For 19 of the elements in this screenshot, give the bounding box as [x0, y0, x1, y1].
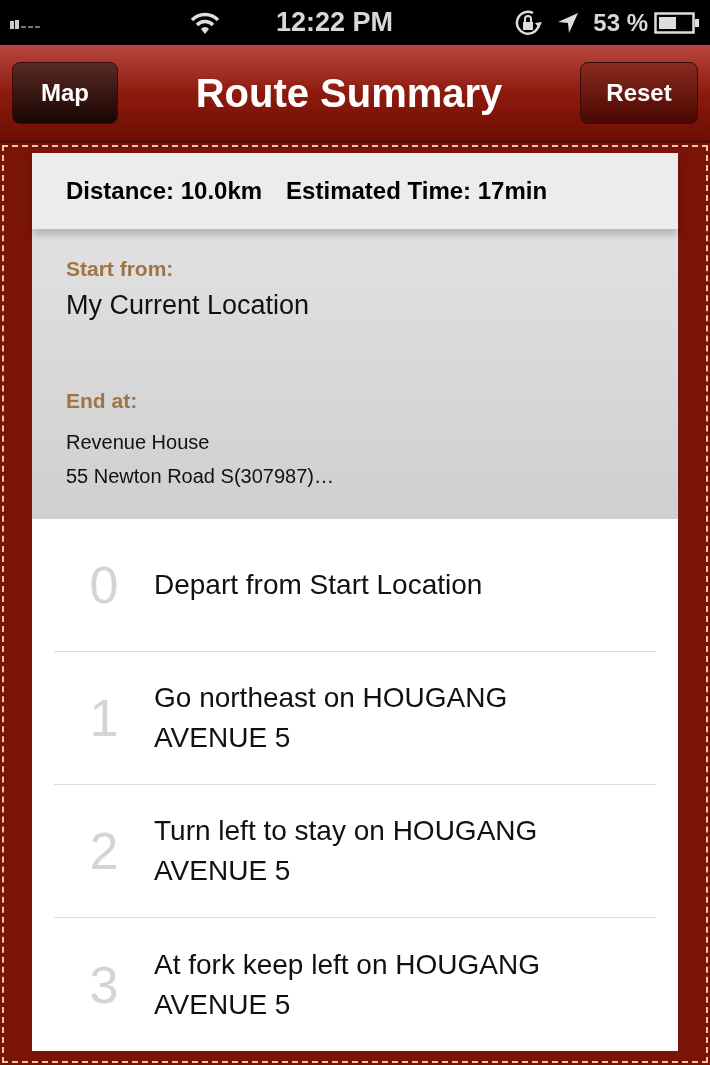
location-arrow-icon: [557, 11, 580, 34]
step-instruction: Depart from Start Location: [154, 568, 484, 602]
wifi-icon: [190, 10, 220, 35]
status-time: 12:22 PM: [276, 6, 394, 40]
battery-icon: [654, 11, 700, 34]
step-instruction: At fork keep left on HOUGANG AVENUE 5: [154, 947, 541, 1022]
step-instruction: Go northeast on HOUGANG AVENUE 5: [154, 681, 509, 755]
end-address-line: Revenue House: [66, 429, 211, 455]
end-address-line: 55 Newton Road S(307987)…: [66, 463, 335, 489]
estimated-time-text: Estimated Time: 17min: [286, 176, 548, 206]
step-instruction: Turn left to stay on HOUGANG AVENUE 5: [154, 814, 539, 888]
battery-percent: 53 %: [593, 7, 648, 38]
start-label: Start from:: [66, 256, 175, 282]
screen-title: Route Summary: [194, 69, 504, 117]
reset-button[interactable]: Reset: [580, 61, 698, 124]
map-button[interactable]: Map: [12, 61, 118, 124]
start-location: My Current Location: [66, 288, 311, 322]
distance-text: Distance: 10.0km: [66, 176, 263, 206]
end-label: End at:: [66, 388, 139, 414]
